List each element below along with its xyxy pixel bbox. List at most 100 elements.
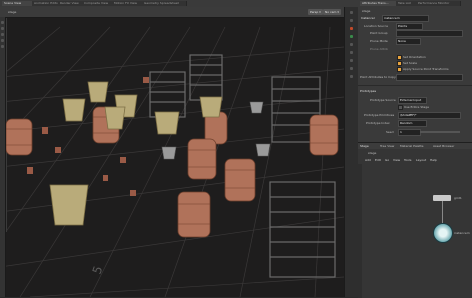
tab-material-palette[interactable]: Material Palette	[400, 144, 424, 148]
small-block	[130, 190, 136, 196]
basket	[104, 106, 126, 130]
node-type-label: Instancer	[361, 16, 375, 20]
network-tab-bar: Stage Tree View Material Palette Asset B…	[358, 143, 472, 149]
seed-slider[interactable]	[420, 131, 460, 133]
prototypes-section[interactable]: Prototypes	[360, 89, 376, 93]
camera-icon[interactable]	[350, 51, 353, 54]
rotate-tool-icon[interactable]	[1, 33, 4, 36]
lighting-icon[interactable]	[350, 19, 353, 22]
tab-asset-browser[interactable]: Asset Browser	[433, 144, 454, 148]
menu-help[interactable]: Help	[430, 158, 437, 162]
menu-view[interactable]: View	[393, 158, 400, 162]
tab-animation-editor[interactable]: Animation Editor	[32, 1, 61, 6]
basket	[199, 96, 223, 118]
viewport-path-label[interactable]: stage	[8, 10, 16, 14]
set-orientation-label: Set Orientation	[403, 55, 426, 59]
tab-geometry-spreadsheet[interactable]: Geometry Spreadsheet	[142, 1, 187, 6]
prune-attrib-label: Prune Attrib	[370, 47, 388, 51]
prototype-index-select[interactable]: Random	[398, 120, 427, 127]
camera-menu[interactable]: No cam ▾	[323, 9, 341, 15]
param-path[interactable]: stage	[362, 9, 370, 13]
seed-field[interactable]: 1	[398, 129, 421, 136]
point-attributes-field[interactable]	[396, 74, 463, 81]
small-block	[143, 77, 149, 83]
menu-add[interactable]: Add	[365, 158, 371, 162]
basket	[62, 98, 86, 122]
prototype-index-label: Prototype Index	[366, 121, 390, 125]
location-source-label: Location Source	[364, 24, 388, 28]
set-scale-label: Set Scale	[403, 61, 417, 65]
location-source-select[interactable]: Points	[396, 23, 423, 30]
set-orientation-checkbox[interactable]	[397, 55, 402, 60]
viewport-display-toolbar	[344, 7, 359, 297]
barrel	[224, 158, 256, 202]
point-group-field[interactable]	[396, 30, 463, 37]
prototype-primitives-field[interactable]: /$hdaPEF/*	[398, 112, 461, 119]
shading-icon[interactable]	[350, 27, 353, 30]
prototype-source-label: Prototype Source	[370, 98, 396, 102]
tab-stage[interactable]: Stage	[360, 144, 369, 148]
barrel	[5, 118, 33, 156]
node-instancer1-label: instancer1	[454, 231, 470, 235]
network-path[interactable]: stage	[368, 151, 376, 155]
tab-tree-view[interactable]: Tree View	[380, 144, 394, 148]
display-option-icon[interactable]	[350, 11, 353, 14]
point-attributes-label: Point Attributes to Copy	[360, 75, 396, 79]
section-divider	[358, 85, 472, 86]
handle-tool-icon[interactable]	[1, 45, 4, 48]
apply-transforms-label: Apply Source Point Transforms	[403, 67, 449, 71]
small-block	[27, 167, 33, 174]
small-block	[103, 175, 108, 181]
set-scale-checkbox[interactable]	[397, 61, 402, 66]
bucket	[161, 146, 177, 160]
basket	[49, 184, 89, 226]
menu-layout[interactable]: Layout	[416, 158, 426, 162]
seed-label: Seed	[386, 130, 394, 134]
node-name-field[interactable]: instancer1	[382, 15, 429, 22]
tab-scene-view[interactable]: Scene View	[2, 1, 35, 6]
grid-icon[interactable]	[350, 67, 353, 70]
prototype-primitives-label: Prototype Primitives	[364, 113, 395, 117]
viewport-left-toolbar	[0, 17, 6, 297]
tab-attributes[interactable]: Attributes Trans...	[360, 1, 399, 6]
persp-menu[interactable]: Persp ▾	[308, 9, 323, 15]
select-tool-icon[interactable]	[1, 21, 4, 24]
network-side-toolbar	[358, 164, 362, 298]
move-tool-icon[interactable]	[1, 27, 4, 30]
menu-go[interactable]: Go	[385, 158, 389, 162]
tab-composite-view[interactable]: Composite View	[82, 1, 115, 6]
snap-icon[interactable]	[350, 35, 353, 38]
barrel	[177, 191, 211, 238]
menu-edit[interactable]: Edit	[375, 158, 381, 162]
wireframe-icon[interactable]	[350, 75, 353, 78]
basket	[87, 81, 109, 103]
network-panel: Stage Tree View Material Palette Asset B…	[358, 142, 472, 298]
small-block	[120, 157, 126, 163]
apply-transforms-checkbox[interactable]	[397, 67, 402, 72]
tab-render-view[interactable]: Render View	[58, 1, 85, 6]
barrel	[187, 138, 217, 180]
viewport-header: stage Persp ▾ No cam ▾	[0, 7, 344, 18]
crate-rack-2	[189, 54, 223, 101]
crate-rack-1	[149, 71, 186, 118]
scene-viewport[interactable]: 5 stage Persp ▾ No cam ▾	[0, 7, 344, 297]
background-icon[interactable]	[350, 59, 353, 62]
visibility-icon[interactable]	[350, 43, 353, 46]
tab-performance-monitor[interactable]: Performance Monitor	[416, 1, 461, 6]
use-entire-stage-checkbox[interactable]	[398, 105, 403, 110]
crate-rack-4	[269, 181, 336, 278]
bucket	[255, 143, 271, 157]
bucket	[249, 101, 264, 114]
menu-tools[interactable]: Tools	[404, 158, 411, 162]
prune-mode-label: Prune Mode	[370, 39, 388, 43]
basket	[154, 111, 180, 135]
prototype-source-select[interactable]: External Input	[398, 97, 427, 104]
scale-tool-icon[interactable]	[1, 39, 4, 42]
prune-mode-select[interactable]: None	[396, 38, 421, 45]
node-instancer1[interactable]	[433, 223, 453, 243]
tab-motion-fx-view[interactable]: Motion FX View	[112, 1, 145, 6]
barrel	[309, 114, 339, 156]
small-block	[42, 127, 48, 134]
node-grid1-label: grid1	[454, 196, 462, 200]
point-group-label: Point Group	[370, 31, 388, 35]
